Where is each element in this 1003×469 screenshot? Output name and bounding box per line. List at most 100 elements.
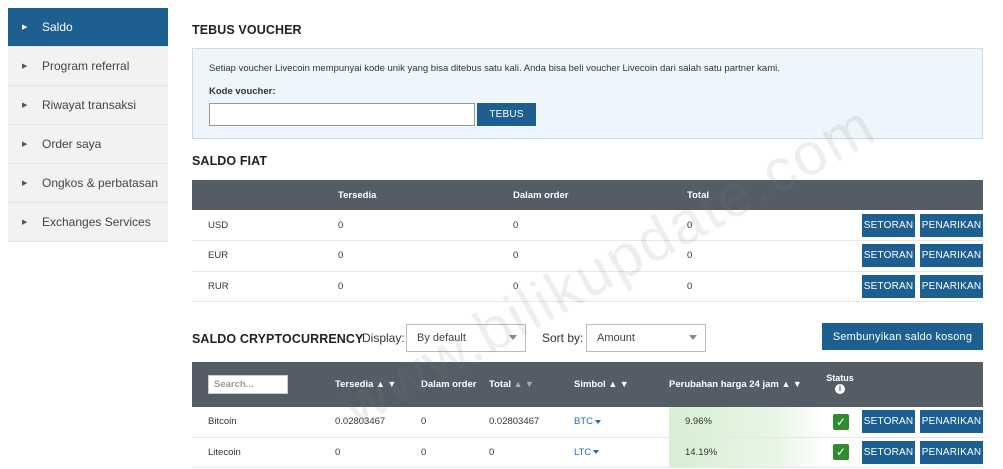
caret-down-icon: [593, 449, 600, 454]
withdraw-button[interactable]: PENARIKAN: [920, 274, 983, 298]
fiat-total: 0: [687, 271, 853, 302]
fiat-currency: RUR: [192, 271, 338, 302]
triangle-right-icon: ▶: [22, 180, 28, 187]
redeem-button[interactable]: TEBUS: [477, 103, 536, 126]
crypto-col-in-order: Dalam order: [421, 379, 477, 390]
col-label: Status: [826, 373, 854, 383]
sort-arrows-icon: ▲ ▼: [608, 379, 629, 389]
crypto-change: 9.96%: [669, 407, 825, 438]
crypto-title: SALDO CRYPTOCURRENCY: [192, 332, 364, 346]
col-label: Simbol: [574, 379, 606, 390]
voucher-panel: Setiap voucher Livecoin mempunyai kode u…: [192, 48, 983, 139]
crypto-col-change[interactable]: Perubahan harga 24 jam ▲ ▼: [669, 362, 825, 407]
sort-arrows-icon: ▲ ▼: [376, 379, 397, 389]
crypto-col-available[interactable]: Tersedia ▲ ▼: [335, 362, 421, 407]
chevron-down-icon: [509, 335, 517, 340]
sidebar: ▶ Saldo ▶ Program referral ▶ Riwayat tra…: [8, 8, 168, 242]
symbol-label: BTC: [574, 416, 593, 428]
sidebar-item-fees[interactable]: ▶ Ongkos & perbatasan: [8, 164, 168, 203]
fiat-available: 0: [338, 271, 513, 302]
checkmark-icon: ✓: [833, 413, 849, 430]
sidebar-item-orders[interactable]: ▶ Order saya: [8, 125, 168, 164]
voucher-code-input[interactable]: [209, 103, 475, 126]
crypto-available: 0: [335, 437, 421, 468]
fiat-col-total: Total: [687, 189, 709, 201]
symbol-label: LTC: [574, 446, 592, 458]
crypto-available: 0.02803467: [335, 407, 421, 438]
fiat-col-in-order: Dalam order: [513, 189, 569, 201]
deposit-button[interactable]: SETORAN: [862, 213, 915, 237]
voucher-description: Setiap voucher Livecoin mempunyai kode u…: [209, 63, 780, 74]
crypto-name: Bitcoin: [192, 407, 335, 438]
symbol-link[interactable]: BTC: [574, 416, 601, 427]
deposit-button[interactable]: SETORAN: [862, 410, 915, 434]
triangle-right-icon: ▶: [22, 141, 28, 148]
chevron-down-icon: [689, 335, 697, 340]
triangle-right-icon: ▶: [22, 219, 28, 226]
display-label: Display:: [362, 331, 405, 345]
sidebar-item-label: Program referral: [42, 59, 130, 73]
sidebar-item-label: Ongkos & perbatasan: [42, 176, 159, 190]
search-input[interactable]: Search...: [208, 375, 288, 394]
fiat-currency: EUR: [192, 240, 338, 272]
table-row: RUR 0 0 0 SETORAN PENARIKAN: [192, 271, 983, 302]
fiat-col-available: Tersedia: [338, 189, 377, 201]
fiat-total: 0: [687, 210, 853, 241]
fiat-total: 0: [687, 240, 853, 272]
table-row: Bitcoin 0.02803467 0 0.02803467 BTC 9.96…: [192, 407, 983, 438]
col-label: Tersedia: [335, 379, 374, 390]
col-label: Perubahan harga 24 jam: [669, 379, 779, 390]
fiat-title: SALDO FIAT: [192, 154, 268, 168]
triangle-right-icon: ▶: [22, 63, 28, 70]
sidebar-item-saldo[interactable]: ▶ Saldo: [8, 8, 168, 47]
sidebar-item-label: Order saya: [42, 137, 102, 151]
hide-empty-balances-button[interactable]: Sembunyikan saldo kosong: [822, 323, 983, 350]
crypto-col-symbol[interactable]: Simbol ▲ ▼: [574, 362, 669, 407]
checkmark-icon: ✓: [833, 444, 849, 460]
fiat-available: 0: [338, 210, 513, 241]
display-select[interactable]: By default: [406, 324, 526, 352]
triangle-right-icon: ▶: [22, 24, 28, 31]
crypto-change: 14.19%: [669, 437, 825, 468]
fiat-available: 0: [338, 240, 513, 272]
deposit-button[interactable]: SETORAN: [862, 440, 915, 464]
sidebar-item-history[interactable]: ▶ Riwayat transaksi: [8, 86, 168, 125]
table-row: USD 0 0 0 SETORAN PENARIKAN: [192, 210, 983, 241]
crypto-name: Litecoin: [192, 437, 335, 468]
crypto-col-total[interactable]: Total ▲ ▼: [489, 362, 574, 407]
withdraw-button[interactable]: PENARIKAN: [920, 244, 983, 268]
table-row: Litecoin 0 0 0 LTC 14.19% ✓ SETORAN PENA…: [192, 437, 983, 468]
triangle-right-icon: ▶: [22, 102, 28, 109]
crypto-total: 0.02803467: [489, 407, 574, 438]
sort-select-value: Amount: [597, 332, 635, 344]
voucher-code-label: Kode voucher:: [209, 86, 276, 97]
fiat-currency: USD: [192, 210, 338, 241]
fiat-in-order: 0: [513, 210, 687, 241]
sort-select[interactable]: Amount: [586, 324, 706, 352]
symbol-link[interactable]: LTC: [574, 446, 600, 458]
crypto-header-row: Search... Tersedia ▲ ▼ Dalam order Total…: [192, 362, 983, 407]
sidebar-item-referral[interactable]: ▶ Program referral: [8, 47, 168, 86]
sidebar-item-exchanges[interactable]: ▶ Exchanges Services: [8, 203, 168, 242]
deposit-button[interactable]: SETORAN: [862, 274, 915, 298]
deposit-button[interactable]: SETORAN: [862, 244, 915, 268]
fiat-in-order: 0: [513, 271, 687, 302]
table-row: EUR 0 0 0 SETORAN PENARIKAN: [192, 240, 983, 272]
info-icon[interactable]: i: [835, 384, 845, 394]
fiat-header-row: Tersedia Dalam order Total: [192, 180, 983, 210]
caret-down-icon: [595, 419, 601, 424]
fiat-in-order: 0: [513, 240, 687, 272]
col-label: Total: [489, 379, 511, 390]
sidebar-item-label: Riwayat transaksi: [42, 98, 137, 112]
voucher-title: TEBUS VOUCHER: [192, 23, 302, 37]
withdraw-button[interactable]: PENARIKAN: [920, 410, 983, 434]
crypto-col-status: Status i: [825, 362, 983, 407]
withdraw-button[interactable]: PENARIKAN: [920, 440, 983, 464]
sidebar-item-label: Saldo: [42, 20, 73, 34]
crypto-table: Search... Tersedia ▲ ▼ Dalam order Total…: [192, 362, 983, 468]
sort-arrows-icon: ▲ ▼: [781, 379, 802, 389]
sort-arrows-icon: ▲ ▼: [513, 379, 534, 389]
withdraw-button[interactable]: PENARIKAN: [920, 213, 983, 237]
crypto-in-order: 0: [421, 437, 489, 468]
crypto-toolbar: SALDO CRYPTOCURRENCY Display: By default…: [192, 322, 983, 352]
